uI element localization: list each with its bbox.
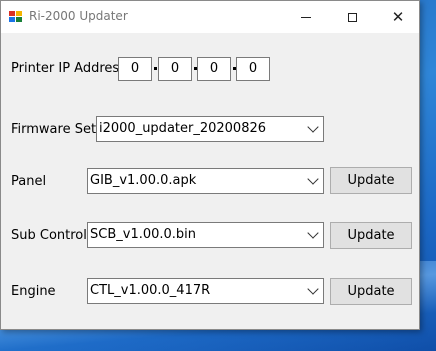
window-title: Ri-2000 Updater	[29, 9, 128, 23]
sub-control-update-button[interactable]: Update	[330, 222, 412, 249]
chevron-down-icon	[307, 121, 319, 133]
ip-octet-1[interactable]: 0	[118, 57, 152, 81]
updater-window: Ri-2000 Updater ✕ Printer IP Address 0 0…	[0, 0, 420, 330]
maximize-icon	[347, 12, 357, 22]
ip-octet-2[interactable]: 0	[158, 57, 192, 81]
ip-dot	[154, 67, 157, 70]
firmware-set-value: i2000_updater_20200826	[99, 121, 267, 136]
ip-octet-3[interactable]: 0	[197, 57, 231, 81]
ip-octet-4[interactable]: 0	[236, 57, 270, 81]
maximize-button[interactable]	[329, 1, 375, 33]
minimize-button[interactable]	[283, 1, 329, 33]
panel-value: GIB_v1.00.0.apk	[90, 173, 197, 188]
engine-select[interactable]: CTL_v1.00.0_417R	[87, 278, 324, 304]
panel-label: Panel	[11, 174, 47, 189]
engine-label: Engine	[11, 284, 56, 299]
printer-ip-label: Printer IP Address	[11, 61, 126, 76]
close-icon: ✕	[391, 7, 405, 26]
chevron-down-icon	[307, 283, 319, 295]
engine-update-button[interactable]: Update	[330, 278, 412, 305]
engine-value: CTL_v1.00.0_417R	[90, 283, 211, 298]
sub-control-value: SCB_v1.00.0.bin	[90, 227, 197, 242]
sub-control-label: Sub Control	[11, 228, 87, 243]
minimize-icon	[301, 16, 311, 18]
panel-select[interactable]: GIB_v1.00.0.apk	[87, 168, 324, 194]
chevron-down-icon	[307, 227, 319, 239]
title-bar[interactable]: Ri-2000 Updater ✕	[1, 1, 419, 33]
firmware-set-label: Firmware Set	[11, 122, 97, 137]
app-icon	[9, 11, 22, 23]
panel-update-button[interactable]: Update	[330, 167, 412, 194]
sub-control-select[interactable]: SCB_v1.00.0.bin	[87, 222, 324, 248]
firmware-set-select[interactable]: i2000_updater_20200826	[96, 116, 324, 142]
close-button[interactable]: ✕	[375, 1, 421, 33]
chevron-down-icon	[307, 173, 319, 185]
